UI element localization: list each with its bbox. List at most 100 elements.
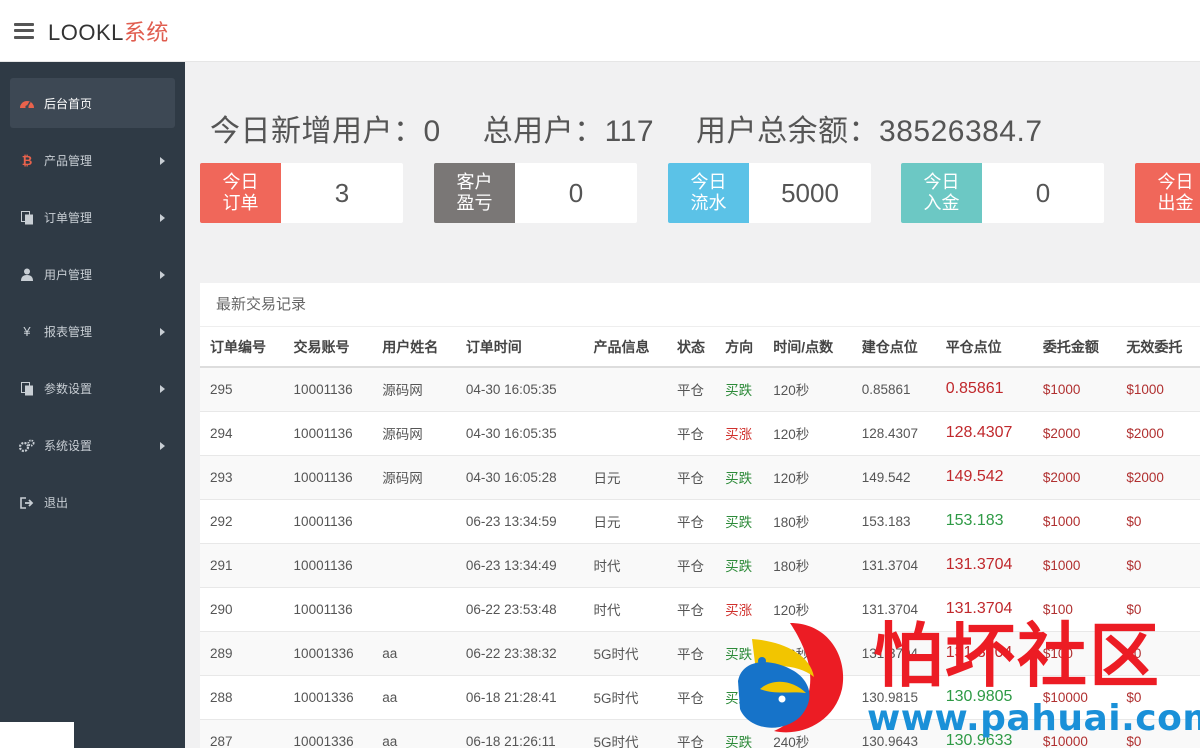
sidebar-item-dashboard[interactable]: 后台首页 xyxy=(10,78,175,128)
table-row[interactable]: 288 10001336 aa 06-18 21:28:41 5G时代 平仓 买跌 180秒 1… xyxy=(200,675,1200,720)
sidebar-item-parameters[interactable]: 参数设置 xyxy=(0,360,185,417)
table-cell: 平仓 xyxy=(667,455,716,500)
main-content: 今日新增用户：0 总用户：117 用户总余额：38526384.7 今日 订单 3 客… xyxy=(185,62,1200,748)
sidebar-item-label: 产品管理 xyxy=(44,154,93,168)
table-row[interactable]: 290 10001136 06-22 23:53:48 时代 平仓 买涨 120秒 131.3… xyxy=(200,587,1200,632)
table-cell: $1000 xyxy=(1032,543,1117,588)
table-cell: aa xyxy=(372,675,456,720)
stat-cards: 今日 订单 3 客户 盈亏 0 今日 流水 5000 今日 入金 0 今日 出金 xyxy=(200,163,1200,223)
brand-prefix: LOOKL xyxy=(48,19,124,45)
card-value: 0 xyxy=(1035,177,1051,208)
card-label: 今日 入金 xyxy=(901,163,982,223)
table-cell: 10001336 xyxy=(283,675,373,720)
card-customer-pnl: 客户 盈亏 0 xyxy=(434,163,637,223)
sidebar-item-system[interactable]: 系统设置 xyxy=(0,417,185,474)
card-value: 0 xyxy=(568,177,584,208)
sidebar-item-orders[interactable]: 订单管理 xyxy=(0,189,185,246)
table-cell: 源码网 xyxy=(372,455,456,500)
table-cell: 日元 xyxy=(583,455,668,500)
table-cell: $1000 xyxy=(1032,499,1117,544)
table-cell: 131.3704 xyxy=(935,587,1033,632)
table-cell: 平仓 xyxy=(667,411,716,456)
chevron-right-icon xyxy=(160,327,165,336)
table-cell: 日元 xyxy=(583,499,668,544)
table-cell: $0 xyxy=(1116,543,1200,588)
column-header: 委托金额 xyxy=(1032,327,1117,368)
table-cell: $100 xyxy=(1032,631,1117,676)
table-row[interactable]: 287 10001336 aa 06-18 21:26:11 5G时代 平仓 买跌 240秒 1… xyxy=(200,719,1200,748)
table-cell: 180秒 xyxy=(763,543,852,588)
table-cell: 时代 xyxy=(583,587,668,632)
card-label-line1: 今日 xyxy=(690,172,727,192)
chevron-right-icon xyxy=(160,384,165,393)
table-cell: 180秒 xyxy=(763,499,852,544)
trades-table: 订单编号 交易账号 用户姓名 订单时间 产品信息 状态 方向 时间/点数 建仓点位 平仓点位 委托金… xyxy=(200,327,1200,748)
table-cell: $0 xyxy=(1116,719,1200,748)
card-label: 今日 流水 xyxy=(668,163,749,223)
table-cell: 131.3704 xyxy=(851,631,936,676)
column-header: 时间/点数 xyxy=(763,327,852,368)
table-cell xyxy=(372,499,456,544)
table-cell: $2000 xyxy=(1116,455,1200,500)
sidebar-item-label: 退出 xyxy=(44,496,69,510)
column-header: 交易账号 xyxy=(283,327,373,368)
table-cell: 买涨 xyxy=(715,411,764,456)
table-cell: $0 xyxy=(1116,631,1200,676)
table-cell: 10001136 xyxy=(283,587,373,632)
sidebar-item-label: 订单管理 xyxy=(44,211,93,225)
chevron-right-icon xyxy=(160,213,165,222)
table-cell: 04-30 16:05:28 xyxy=(455,455,584,500)
table-cell: $1000 xyxy=(1116,367,1200,412)
column-header: 方向 xyxy=(715,327,764,368)
table-cell: 130.9633 xyxy=(935,719,1033,748)
table-cell: 130.9643 xyxy=(851,719,936,748)
column-header: 状态 xyxy=(667,327,716,368)
table-cell: 288 xyxy=(200,675,284,720)
table-header-row: 订单编号 交易账号 用户姓名 订单时间 产品信息 状态 方向 时间/点数 建仓点位 平仓点位 委托金… xyxy=(200,327,1200,368)
table-cell: 平仓 xyxy=(667,367,716,412)
table-cell: 平仓 xyxy=(667,587,716,632)
table-cell: 289 xyxy=(200,631,284,676)
sidebar-item-users[interactable]: 用户管理 xyxy=(0,246,185,303)
table-cell: 294 xyxy=(200,411,284,456)
summary-stats: 今日新增用户：0 总用户：117 用户总余额：38526384.7 xyxy=(210,106,1085,150)
table-cell xyxy=(583,411,668,456)
table-cell: 06-23 13:34:59 xyxy=(455,499,584,544)
column-header: 订单时间 xyxy=(455,327,584,368)
card-label-line1: 今日 xyxy=(222,172,259,192)
table-row[interactable]: 289 10001336 aa 06-22 23:38:32 5G时代 平仓 买跌 120秒 1… xyxy=(200,631,1200,676)
card-label: 客户 盈亏 xyxy=(434,163,515,223)
menu-toggle-icon[interactable] xyxy=(14,22,34,39)
table-row[interactable]: 295 10001136 源码网 04-30 16:05:35 平仓 买跌 120秒 0.85… xyxy=(200,367,1200,412)
table-cell: 买跌 xyxy=(715,543,764,588)
card-label: 今日 出金 xyxy=(1135,163,1200,223)
card-today-orders: 今日 订单 3 xyxy=(200,163,403,223)
sidebar-item-reports[interactable]: ¥ 报表管理 xyxy=(0,303,185,360)
column-header: 无效委托 xyxy=(1116,327,1200,368)
table-cell: 买跌 xyxy=(715,367,764,412)
table-row[interactable]: 292 10001136 06-23 13:34:59 日元 平仓 买跌 180秒 153.1… xyxy=(200,499,1200,544)
table-row[interactable]: 293 10001136 源码网 04-30 16:05:28 日元 平仓 买跌 120秒 14… xyxy=(200,455,1200,500)
chevron-right-icon xyxy=(160,156,165,165)
table-cell: 时代 xyxy=(583,543,668,588)
sidebar-item-label: 参数设置 xyxy=(44,382,93,396)
column-header: 产品信息 xyxy=(583,327,668,368)
table-row[interactable]: 294 10001136 源码网 04-30 16:05:35 平仓 买涨 120秒 128.… xyxy=(200,411,1200,456)
table-cell: 平仓 xyxy=(667,675,716,720)
card-today-deposit: 今日 入金 0 xyxy=(901,163,1104,223)
sidebar-item-logout[interactable]: 退出 xyxy=(0,474,185,531)
sidebar-item-label: 用户管理 xyxy=(44,268,93,282)
table-cell xyxy=(583,367,668,412)
column-header: 用户姓名 xyxy=(372,327,456,368)
table-cell: 295 xyxy=(200,367,284,412)
table-cell: $2000 xyxy=(1116,411,1200,456)
chevron-right-icon xyxy=(160,441,165,450)
sidebar-item-products[interactable]: ₿ 产品管理 xyxy=(0,132,185,189)
table-cell: 131.3704 xyxy=(935,631,1033,676)
table-cell: 买跌 xyxy=(715,499,764,544)
card-label-line2: 出金 xyxy=(1157,193,1194,213)
table-cell: 平仓 xyxy=(667,631,716,676)
card-label-line1: 客户 xyxy=(456,172,493,192)
table-row[interactable]: 291 10001136 06-23 13:34:49 时代 平仓 买跌 180秒 131.3… xyxy=(200,543,1200,588)
table-cell: 源码网 xyxy=(372,367,456,412)
